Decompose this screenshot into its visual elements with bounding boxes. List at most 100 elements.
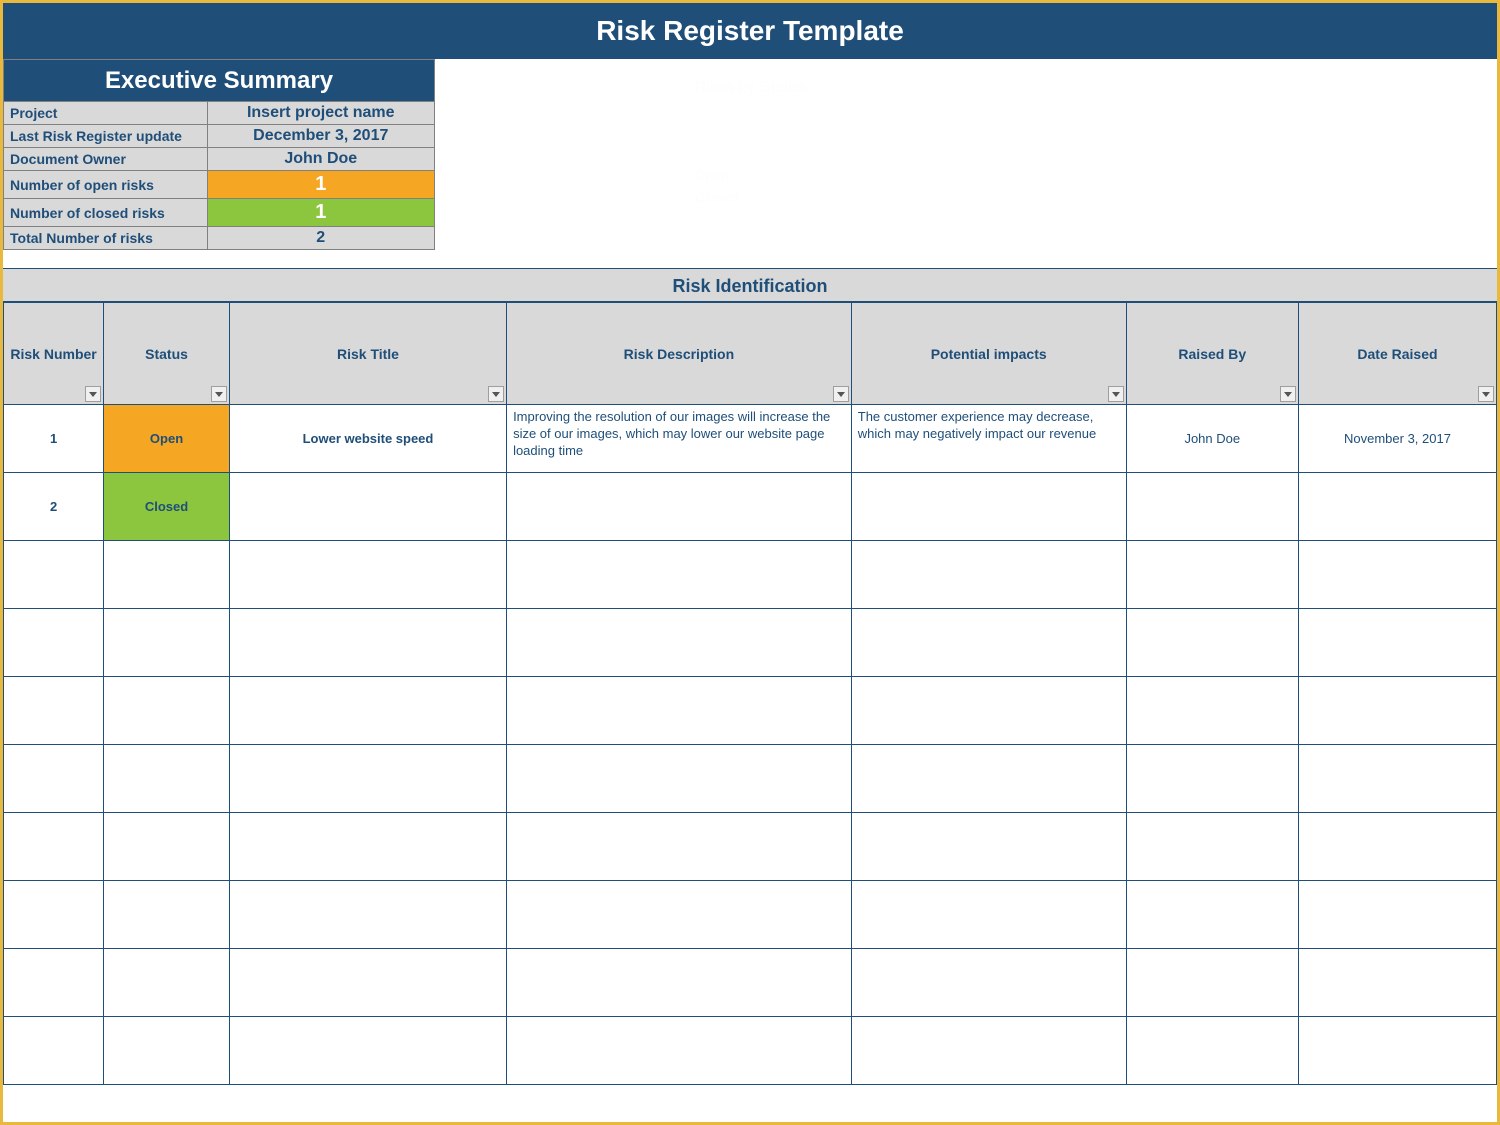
cell-risk-number[interactable] xyxy=(4,1017,104,1085)
cell-date-raised[interactable] xyxy=(1298,541,1496,609)
table-row xyxy=(4,745,1497,813)
cell-risk-title[interactable] xyxy=(229,473,506,541)
chart-legend-open-ghost: Open xyxy=(695,167,805,183)
cell-date-raised[interactable] xyxy=(1298,949,1496,1017)
cell-risk-description[interactable] xyxy=(507,609,852,677)
cell-status[interactable]: Closed xyxy=(104,473,230,541)
cell-date-raised[interactable] xyxy=(1298,609,1496,677)
cell-risk-description[interactable] xyxy=(507,541,852,609)
cell-raised-by[interactable] xyxy=(1126,813,1298,881)
col-risk-description[interactable]: Risk Description xyxy=(507,303,852,405)
cell-risk-number[interactable] xyxy=(4,745,104,813)
cell-raised-by[interactable] xyxy=(1126,949,1298,1017)
cell-risk-description[interactable] xyxy=(507,813,852,881)
chart-legend-closed-ghost: Closed xyxy=(695,189,805,205)
cell-risk-number[interactable] xyxy=(4,813,104,881)
filter-icon[interactable] xyxy=(211,386,227,402)
cell-status[interactable] xyxy=(104,677,230,745)
filter-icon[interactable] xyxy=(1280,386,1296,402)
filter-icon[interactable] xyxy=(1478,386,1494,402)
filter-icon[interactable] xyxy=(488,386,504,402)
cell-potential-impacts[interactable] xyxy=(851,677,1126,745)
cell-risk-title[interactable] xyxy=(229,813,506,881)
filter-icon[interactable] xyxy=(1108,386,1124,402)
cell-date-raised[interactable]: November 3, 2017 xyxy=(1298,405,1496,473)
chart-placeholder: Risks by Status Open Closed xyxy=(695,79,805,211)
cell-date-raised[interactable] xyxy=(1298,1017,1496,1085)
cell-raised-by[interactable] xyxy=(1126,609,1298,677)
cell-status[interactable] xyxy=(104,813,230,881)
cell-potential-impacts[interactable] xyxy=(851,609,1126,677)
cell-potential-impacts[interactable] xyxy=(851,949,1126,1017)
cell-risk-description[interactable] xyxy=(507,881,852,949)
cell-potential-impacts[interactable] xyxy=(851,1017,1126,1085)
cell-risk-description[interactable] xyxy=(507,949,852,1017)
cell-status[interactable] xyxy=(104,949,230,1017)
cell-status[interactable] xyxy=(104,745,230,813)
cell-risk-title[interactable] xyxy=(229,949,506,1017)
update-value[interactable]: December 3, 2017 xyxy=(207,125,434,148)
cell-risk-description[interactable]: Improving the resolution of our images w… xyxy=(507,405,852,473)
cell-potential-impacts[interactable] xyxy=(851,881,1126,949)
cell-date-raised[interactable] xyxy=(1298,881,1496,949)
cell-risk-number[interactable]: 2 xyxy=(4,473,104,541)
risk-table: Risk Number Status Risk Title Risk Descr… xyxy=(3,302,1497,1085)
open-risks-label: Number of open risks xyxy=(4,171,208,199)
cell-raised-by[interactable] xyxy=(1126,541,1298,609)
filter-icon[interactable] xyxy=(833,386,849,402)
cell-potential-impacts[interactable] xyxy=(851,745,1126,813)
cell-status[interactable] xyxy=(104,881,230,949)
table-row: 2Closed xyxy=(4,473,1497,541)
cell-status[interactable]: Open xyxy=(104,405,230,473)
filter-icon[interactable] xyxy=(85,386,101,402)
cell-risk-number[interactable] xyxy=(4,881,104,949)
cell-potential-impacts[interactable]: The customer experience may decrease, wh… xyxy=(851,405,1126,473)
cell-raised-by[interactable]: John Doe xyxy=(1126,405,1298,473)
table-row: 1OpenLower website speedImproving the re… xyxy=(4,405,1497,473)
cell-risk-number[interactable] xyxy=(4,541,104,609)
cell-status[interactable] xyxy=(104,541,230,609)
cell-raised-by[interactable] xyxy=(1126,473,1298,541)
cell-date-raised[interactable] xyxy=(1298,745,1496,813)
executive-summary-table: Executive Summary Project Insert project… xyxy=(3,59,435,250)
cell-risk-number[interactable]: 1 xyxy=(4,405,104,473)
col-risk-number[interactable]: Risk Number xyxy=(4,303,104,405)
cell-risk-title[interactable] xyxy=(229,881,506,949)
cell-status[interactable] xyxy=(104,609,230,677)
cell-risk-description[interactable] xyxy=(507,473,852,541)
cell-potential-impacts[interactable] xyxy=(851,473,1126,541)
col-date-raised[interactable]: Date Raised xyxy=(1298,303,1496,405)
cell-risk-description[interactable] xyxy=(507,745,852,813)
cell-risk-description[interactable] xyxy=(507,1017,852,1085)
cell-risk-title[interactable] xyxy=(229,677,506,745)
col-raised-by[interactable]: Raised By xyxy=(1126,303,1298,405)
cell-raised-by[interactable] xyxy=(1126,677,1298,745)
col-potential-impacts[interactable]: Potential impacts xyxy=(851,303,1126,405)
cell-risk-title[interactable]: Lower website speed xyxy=(229,405,506,473)
column-header-row: Risk Number Status Risk Title Risk Descr… xyxy=(4,303,1497,405)
cell-risk-title[interactable] xyxy=(229,745,506,813)
cell-raised-by[interactable] xyxy=(1126,745,1298,813)
col-status[interactable]: Status xyxy=(104,303,230,405)
top-area: Executive Summary Project Insert project… xyxy=(3,59,1497,250)
cell-risk-title[interactable] xyxy=(229,1017,506,1085)
cell-status[interactable] xyxy=(104,1017,230,1085)
cell-risk-description[interactable] xyxy=(507,677,852,745)
cell-date-raised[interactable] xyxy=(1298,677,1496,745)
cell-risk-title[interactable] xyxy=(229,609,506,677)
cell-risk-number[interactable] xyxy=(4,949,104,1017)
cell-risk-title[interactable] xyxy=(229,541,506,609)
table-row xyxy=(4,609,1497,677)
cell-raised-by[interactable] xyxy=(1126,881,1298,949)
cell-date-raised[interactable] xyxy=(1298,813,1496,881)
cell-date-raised[interactable] xyxy=(1298,473,1496,541)
cell-risk-number[interactable] xyxy=(4,609,104,677)
cell-potential-impacts[interactable] xyxy=(851,541,1126,609)
cell-raised-by[interactable] xyxy=(1126,1017,1298,1085)
owner-value[interactable]: John Doe xyxy=(207,148,434,171)
update-label: Last Risk Register update xyxy=(4,125,208,148)
cell-potential-impacts[interactable] xyxy=(851,813,1126,881)
cell-risk-number[interactable] xyxy=(4,677,104,745)
col-risk-title[interactable]: Risk Title xyxy=(229,303,506,405)
project-value[interactable]: Insert project name xyxy=(207,102,434,125)
